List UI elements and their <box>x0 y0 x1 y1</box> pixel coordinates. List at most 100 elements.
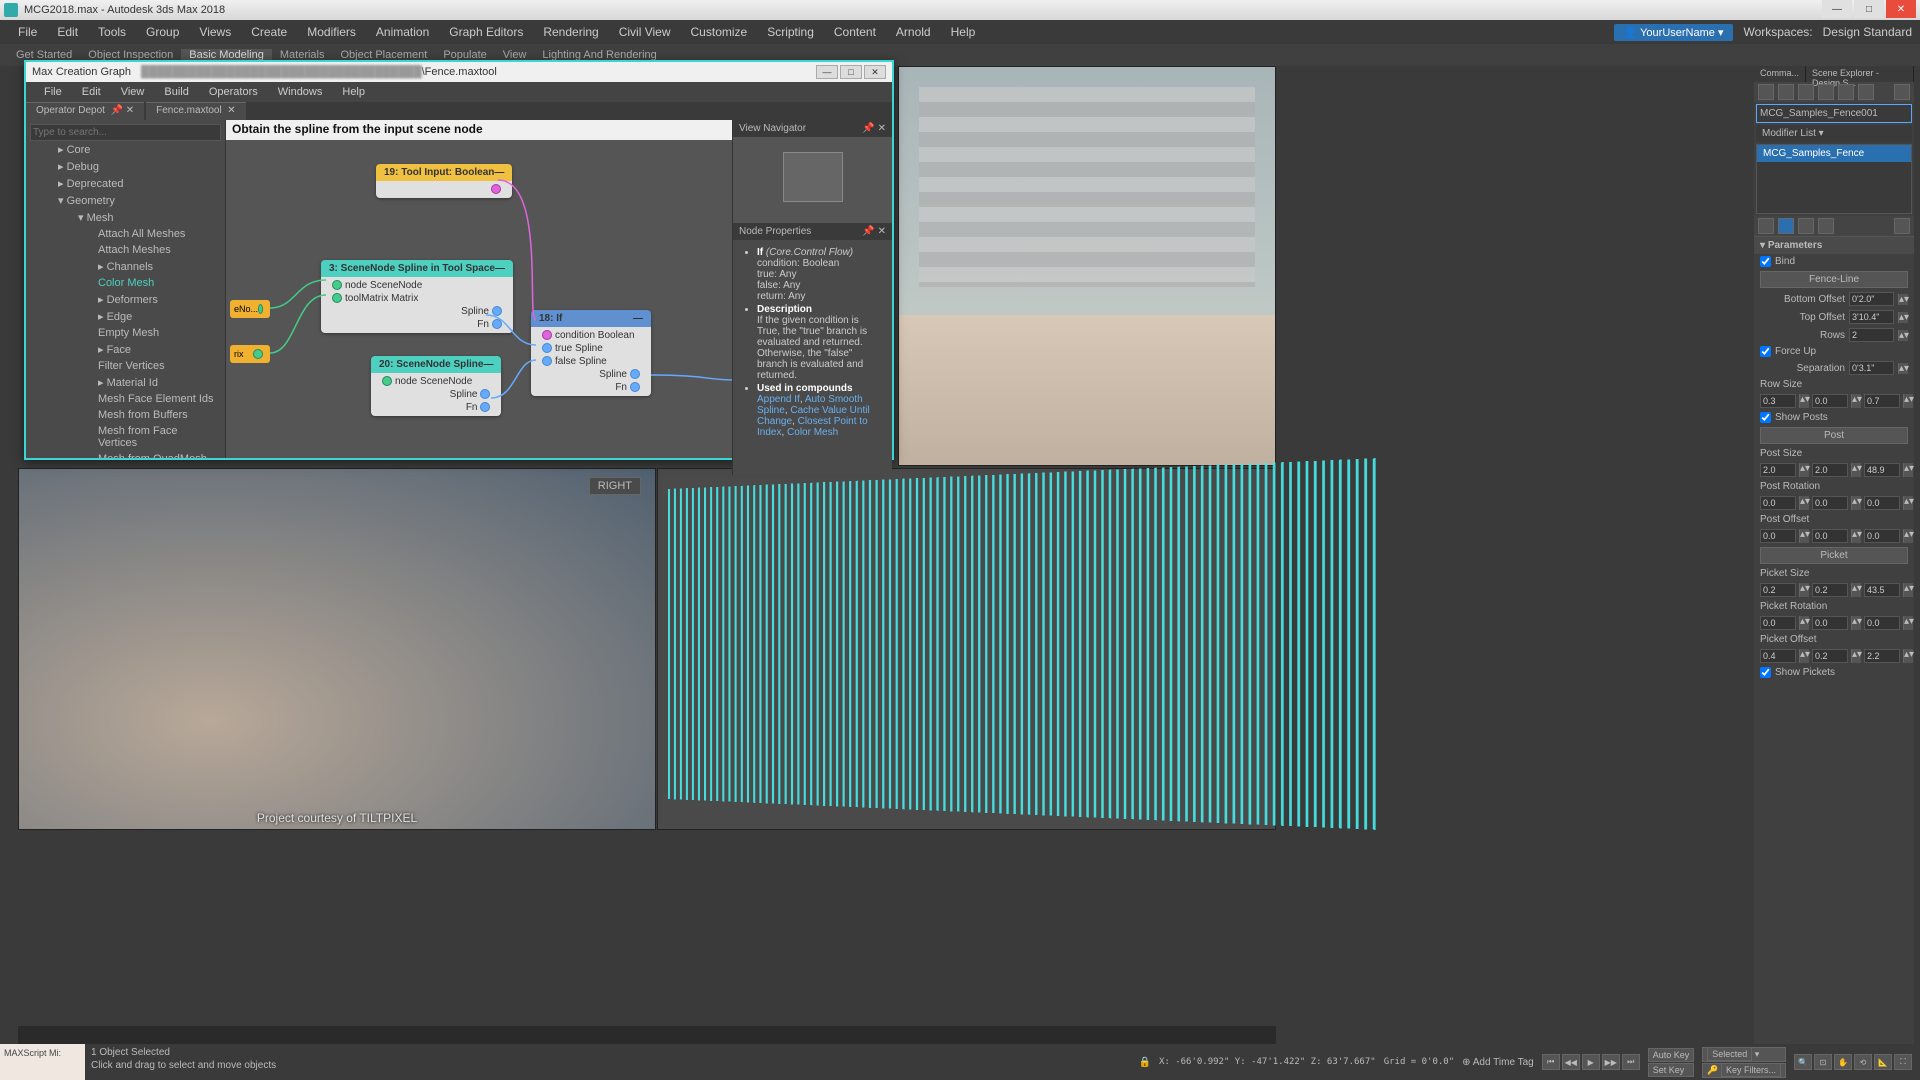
parameters-header[interactable]: ▾ Parameters <box>1754 236 1914 254</box>
maxscript-mini[interactable]: MAXScript Mi: <box>0 1044 85 1080</box>
tree-item[interactable]: Mesh from Buffers <box>30 407 221 423</box>
selected-dropdown[interactable]: Selected ▾ <box>1702 1047 1786 1062</box>
zoom-all-icon[interactable]: ⊡ <box>1814 1054 1832 1070</box>
viewport-perspective-top[interactable] <box>898 66 1276 466</box>
modifier-selected[interactable]: MCG_Samples_Fence <box>1757 145 1911 162</box>
mcg-menu-help[interactable]: Help <box>332 86 375 98</box>
menu-content[interactable]: Content <box>824 25 886 39</box>
mcg-menu-windows[interactable]: Windows <box>268 86 333 98</box>
motion-icon[interactable] <box>1818 84 1834 100</box>
display-icon[interactable] <box>1838 84 1854 100</box>
utility-icon[interactable] <box>1858 84 1874 100</box>
menu-group[interactable]: Group <box>136 25 189 39</box>
tree-item[interactable]: ▸ Core <box>30 141 221 158</box>
forceup-checkbox[interactable] <box>1760 346 1771 357</box>
mcg-titlebar[interactable]: Max Creation Graph █████████████████████… <box>26 62 892 82</box>
showposts-checkbox[interactable] <box>1760 412 1771 423</box>
hierarchy-icon[interactable] <box>1798 84 1814 100</box>
tree-item[interactable]: Color Mesh <box>30 275 221 291</box>
lock-icon[interactable]: 🔒 <box>1139 1057 1151 1068</box>
prev-frame-icon[interactable]: ◀◀ <box>1562 1054 1580 1070</box>
remove-modifier-icon[interactable] <box>1818 218 1834 234</box>
tree-item[interactable]: ▸ Deformers <box>30 291 221 308</box>
navigator-minimap[interactable] <box>783 152 843 202</box>
link-color-mesh[interactable]: Color Mesh <box>787 427 838 438</box>
stub-node-1[interactable]: eNo... <box>230 300 270 318</box>
node-if[interactable]: 18: If— condition Boolean true Spline fa… <box>531 310 651 396</box>
tab-scene-explorer[interactable]: Scene Explorer - Design S... <box>1806 66 1914 82</box>
keyfilters-button[interactable]: 🔑 Key Filters... <box>1702 1063 1786 1078</box>
bind-checkbox[interactable] <box>1760 256 1771 267</box>
create-icon[interactable] <box>1758 84 1774 100</box>
mcg-menu-view[interactable]: View <box>111 86 155 98</box>
goto-start-icon[interactable]: ⏮ <box>1542 1054 1560 1070</box>
modify-icon[interactable] <box>1778 84 1794 100</box>
menu-civil-view[interactable]: Civil View <box>609 25 681 39</box>
tree-item[interactable]: ▸ Material Id <box>30 374 221 391</box>
close-button[interactable]: ✕ <box>1886 0 1916 18</box>
mcg-menu-build[interactable]: Build <box>154 86 198 98</box>
make-unique-icon[interactable] <box>1798 218 1814 234</box>
picket-button[interactable]: Picket <box>1760 547 1908 564</box>
menu-file[interactable]: File <box>8 25 47 39</box>
workspace-dropdown[interactable]: Design Standard <box>1823 25 1912 39</box>
color-swatch[interactable] <box>1894 84 1910 100</box>
mcg-tab-fence[interactable]: Fence.maxtool ✕ <box>146 102 246 120</box>
tree-item[interactable]: Mesh Face Element Ids <box>30 391 221 407</box>
menu-scripting[interactable]: Scripting <box>757 25 824 39</box>
mcg-maximize[interactable]: □ <box>840 65 862 79</box>
bind-button[interactable]: Fence-Line <box>1760 271 1908 288</box>
post-button[interactable]: Post <box>1760 427 1908 444</box>
nodeprops-header[interactable]: Node Properties📌 ✕ <box>733 223 892 240</box>
minimize-button[interactable]: — <box>1822 0 1852 18</box>
coordinates[interactable]: X: -66'0.992" Y: -47'1.422" Z: 63'7.667" <box>1159 1057 1376 1067</box>
menu-modifiers[interactable]: Modifiers <box>297 25 366 39</box>
zoom-icon[interactable]: 🔍 <box>1794 1054 1812 1070</box>
mcg-minimize[interactable]: — <box>816 65 838 79</box>
tree-item[interactable]: Mesh from Face Vertices <box>30 423 221 451</box>
menu-customize[interactable]: Customize <box>681 25 758 39</box>
link-append-if[interactable]: Append If <box>757 394 800 405</box>
mcg-menu-operators[interactable]: Operators <box>199 86 268 98</box>
separation-input[interactable] <box>1849 361 1894 375</box>
tree-item[interactable]: ▾ Geometry <box>30 192 221 209</box>
show-end-result-icon[interactable] <box>1778 218 1794 234</box>
play-icon[interactable]: ▶ <box>1582 1054 1600 1070</box>
menu-views[interactable]: Views <box>189 25 241 39</box>
operator-search[interactable] <box>30 124 221 141</box>
menu-rendering[interactable]: Rendering <box>533 25 608 39</box>
autokey-button[interactable]: Auto Key <box>1648 1048 1695 1062</box>
maximize-button[interactable]: □ <box>1854 0 1884 18</box>
tree-item[interactable]: ▸ Channels <box>30 258 221 275</box>
mcg-tab-depot[interactable]: Operator Depot 📌 ✕ <box>26 102 144 120</box>
node-scenenode-spline[interactable]: 20: SceneNode Spline— node SceneNode Spl… <box>371 356 501 416</box>
tree-item[interactable]: Attach All Meshes <box>30 226 221 242</box>
orbit-icon[interactable]: ⟲ <box>1854 1054 1872 1070</box>
tree-item[interactable]: ▸ Deprecated <box>30 175 221 192</box>
operator-depot-tree[interactable]: ▸ Core▸ Debug▸ Deprecated▾ Geometry▾ Mes… <box>26 120 226 458</box>
viewport-right[interactable]: RIGHT Project courtesy of TILTPIXEL <box>18 468 656 830</box>
top-offset-input[interactable] <box>1849 310 1894 324</box>
tree-item[interactable]: Filter Vertices <box>30 358 221 374</box>
mcg-menu-file[interactable]: File <box>34 86 72 98</box>
menu-create[interactable]: Create <box>241 25 297 39</box>
maximize-vp-icon[interactable]: ⛶ <box>1894 1054 1912 1070</box>
goto-end-icon[interactable]: ⏭ <box>1622 1054 1640 1070</box>
mcg-close[interactable]: ✕ <box>864 65 886 79</box>
bottom-offset-input[interactable] <box>1849 292 1894 306</box>
fov-icon[interactable]: 📐 <box>1874 1054 1892 1070</box>
menu-edit[interactable]: Edit <box>47 25 88 39</box>
tree-item[interactable]: Mesh from QuadMesh <box>30 451 221 458</box>
user-chip[interactable]: 👤 YourUserName ▾ <box>1614 24 1734 41</box>
object-name-field[interactable]: MCG_Samples_Fence001 <box>1756 104 1912 123</box>
stub-node-2[interactable]: rix <box>230 345 270 363</box>
node-scenenode-spline-toolspace[interactable]: 3: SceneNode Spline in Tool Space— node … <box>321 260 513 333</box>
showpickets-checkbox[interactable] <box>1760 667 1771 678</box>
tree-item[interactable]: ▸ Edge <box>30 308 221 325</box>
mcg-menu-edit[interactable]: Edit <box>72 86 111 98</box>
rows-input[interactable] <box>1849 328 1894 342</box>
add-time-tag[interactable]: ⊕ Add Time Tag <box>1462 1057 1534 1068</box>
view-navigator[interactable] <box>733 137 892 223</box>
tree-item[interactable]: Empty Mesh <box>30 325 221 341</box>
menu-animation[interactable]: Animation <box>366 25 439 39</box>
